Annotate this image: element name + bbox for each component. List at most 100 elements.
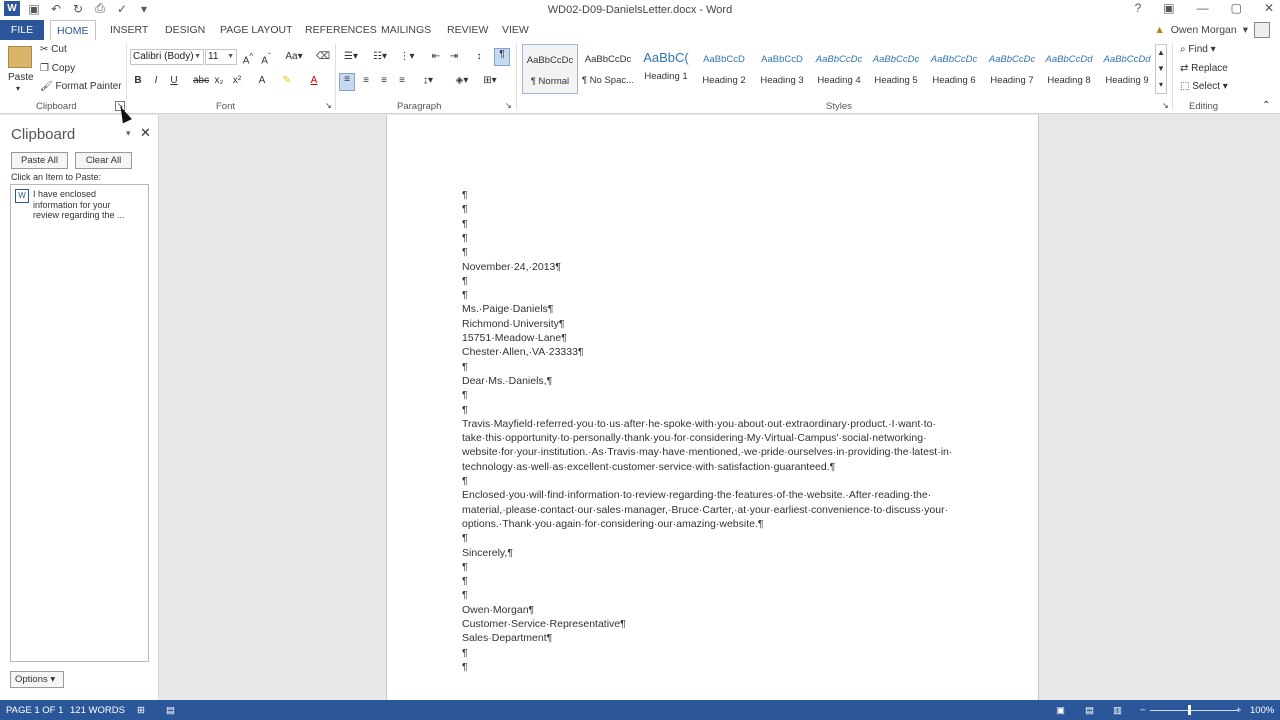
style-name: Heading 6: [932, 75, 976, 86]
multilevel-list-icon[interactable]: ⋮▾: [397, 51, 417, 62]
style-name: Heading 5: [874, 75, 918, 86]
font-size-combo[interactable]: 11 ▼: [205, 49, 237, 65]
sort-icon[interactable]: ↕: [471, 51, 487, 62]
find-button[interactable]: ⌕ Find ▾: [1180, 44, 1216, 55]
shrink-font-icon[interactable]: Aˇ: [258, 51, 274, 66]
text-effects-icon[interactable]: A: [254, 75, 270, 86]
document-line: ¶: [462, 560, 468, 573]
subscript-icon[interactable]: x₂: [211, 75, 227, 86]
style-item[interactable]: AaBbC(Heading 1: [638, 44, 694, 94]
maximize-icon[interactable]: ▢: [1231, 1, 1242, 15]
paste-dropdown-icon[interactable]: ▾: [16, 84, 20, 93]
styles-scroll[interactable]: ▲ ▼ ▾: [1155, 44, 1167, 94]
style-item[interactable]: AaBbCcDc Heading 5: [868, 44, 924, 94]
style-name: Heading 2: [702, 75, 746, 86]
collapse-ribbon-icon[interactable]: ⌃: [1262, 100, 1270, 111]
superscript-icon[interactable]: x²: [229, 75, 245, 86]
style-name: Heading 4: [817, 75, 861, 86]
style-item[interactable]: AaBbCcDd Heading 8: [1041, 44, 1097, 94]
help-icon[interactable]: ?: [1135, 1, 1142, 15]
close-icon[interactable]: ✕: [1264, 1, 1274, 15]
line-spacing-icon[interactable]: ↨▾: [418, 75, 438, 86]
borders-icon[interactable]: ⊞▾: [480, 75, 500, 86]
tab-references[interactable]: REFERENCES: [299, 20, 383, 40]
paste-icon: [8, 46, 32, 68]
style-item[interactable]: AaBbCcDc Heading 7: [984, 44, 1040, 94]
style-item[interactable]: AaBbCcDc ¶ Normal: [522, 44, 578, 94]
paragraph-launcher-icon[interactable]: ↘: [505, 101, 512, 110]
word-count[interactable]: 121 WORDS: [70, 705, 125, 716]
grow-font-icon[interactable]: A^: [240, 51, 256, 66]
clipboard-item[interactable]: I have enclosed information for your rev…: [33, 189, 139, 221]
web-layout-icon[interactable]: ▥: [1113, 705, 1122, 716]
style-item[interactable]: AaBbCcD Heading 3: [754, 44, 810, 94]
zoom-slider-track[interactable]: [1150, 710, 1238, 711]
paste-button[interactable]: Paste: [8, 72, 34, 83]
style-sample: AaBbCcD: [761, 54, 803, 65]
tab-insert[interactable]: INSERT: [104, 20, 154, 40]
align-center-icon[interactable]: ≡: [358, 75, 374, 86]
proofing-icon[interactable]: ⊞: [137, 705, 145, 716]
replace-button[interactable]: ⇄ Replace: [1180, 63, 1228, 74]
ribbon-display-icon[interactable]: ▣: [1163, 1, 1174, 15]
tab-mailings[interactable]: MAILINGS: [375, 20, 437, 40]
zoom-level[interactable]: 100%: [1250, 705, 1274, 716]
numbering-icon[interactable]: ☷▾: [370, 51, 390, 62]
decrease-indent-icon[interactable]: ⇤: [428, 51, 444, 62]
show-hide-marks-icon[interactable]: ¶: [494, 48, 510, 66]
zoom-in-icon[interactable]: +: [1236, 705, 1242, 716]
document-line: Chester·Allen,·VA·23333¶: [462, 346, 584, 359]
clear-all-button[interactable]: Clear All: [75, 152, 132, 169]
style-item[interactable]: AaBbCcDc Heading 4: [811, 44, 867, 94]
style-sample: AaBbCcD: [703, 54, 745, 65]
style-name: Heading 9: [1105, 75, 1149, 86]
format-painter-label: Format Painter: [55, 81, 122, 92]
font-color-icon[interactable]: A: [306, 75, 322, 86]
clear-formatting-icon[interactable]: ⌫: [315, 51, 331, 62]
pane-close-icon[interactable]: ✕: [140, 125, 151, 141]
tab-file[interactable]: FILE: [0, 20, 44, 40]
style-item[interactable]: AaBbCcDc ¶ No Spac...: [580, 44, 636, 94]
cut-button[interactable]: ✂ Cut: [40, 44, 67, 55]
print-layout-icon[interactable]: ▤: [1085, 705, 1094, 716]
increase-indent-icon[interactable]: ⇥: [446, 51, 462, 62]
tab-view[interactable]: VIEW: [496, 20, 535, 40]
underline-icon[interactable]: U: [166, 75, 182, 86]
user-account[interactable]: ▲ Owen Morgan ▾: [1154, 22, 1270, 38]
pane-options-icon[interactable]: ▾: [126, 128, 131, 139]
options-button[interactable]: Options ▾: [10, 671, 64, 688]
format-painter-button[interactable]: 🖌 Format Painter: [40, 81, 122, 92]
page-count[interactable]: PAGE 1 OF 1: [6, 705, 63, 716]
document-line: Richmond·University¶: [462, 317, 565, 330]
bold-icon[interactable]: B: [130, 75, 146, 86]
tab-design[interactable]: DESIGN: [159, 20, 211, 40]
tab-home[interactable]: HOME: [50, 20, 96, 41]
font-launcher-icon[interactable]: ↘: [325, 101, 332, 110]
style-sample: AaBbCcDc: [988, 54, 1036, 65]
align-left-icon[interactable]: ≡: [339, 73, 355, 91]
paste-all-button[interactable]: Paste All: [11, 152, 68, 169]
zoom-out-icon[interactable]: −: [1140, 705, 1146, 716]
tab-review[interactable]: REVIEW: [441, 20, 494, 40]
italic-icon[interactable]: I: [148, 75, 164, 86]
styles-launcher-icon[interactable]: ↘: [1162, 101, 1169, 110]
zoom-slider-thumb[interactable]: [1188, 705, 1191, 715]
justify-icon[interactable]: ≡: [394, 75, 410, 86]
align-right-icon[interactable]: ≡: [376, 75, 392, 86]
style-item[interactable]: AaBbCcD Heading 2: [696, 44, 752, 94]
font-name-combo[interactable]: Calibri (Body) ▼: [130, 49, 204, 65]
select-button[interactable]: ⬚ Select ▾: [1180, 81, 1228, 92]
read-mode-icon[interactable]: ▣: [1056, 705, 1065, 716]
minimize-icon[interactable]: —: [1197, 1, 1209, 15]
strikethrough-icon[interactable]: abc: [193, 75, 209, 86]
document-line: Dear·Ms.·Daniels,¶: [462, 374, 553, 387]
highlight-icon[interactable]: ✎: [279, 75, 295, 86]
shading-icon[interactable]: ◈▾: [452, 75, 472, 86]
bullets-icon[interactable]: ☰▾: [341, 51, 361, 62]
style-item[interactable]: AaBbCcDc Heading 6: [926, 44, 982, 94]
change-case-icon[interactable]: Aa▾: [283, 51, 305, 62]
style-item[interactable]: AaBbCcDd Heading 9: [1099, 44, 1155, 94]
macro-icon[interactable]: ▤: [166, 705, 175, 716]
tab-page-layout[interactable]: PAGE LAYOUT: [214, 20, 299, 40]
copy-button[interactable]: ❐ Copy: [40, 63, 75, 74]
